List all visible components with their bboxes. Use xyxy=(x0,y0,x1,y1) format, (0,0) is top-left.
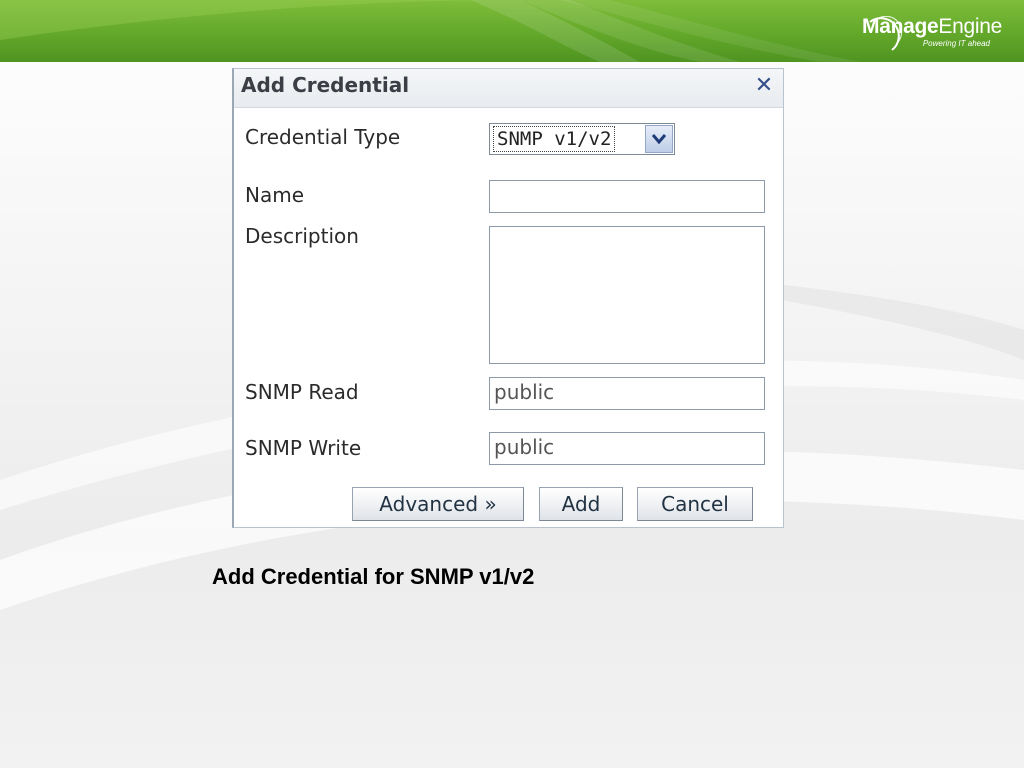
cancel-button[interactable]: Cancel xyxy=(637,487,753,521)
advanced-button[interactable]: Advanced » xyxy=(352,487,524,521)
credential-type-value: SNMP v1/v2 xyxy=(493,126,616,152)
name-input[interactable] xyxy=(489,180,765,213)
slide-caption: Add Credential for SNMP v1/v2 xyxy=(212,564,535,589)
name-label: Name xyxy=(245,183,305,207)
snmp-write-label: SNMP Write xyxy=(245,436,362,460)
snmp-read-input[interactable]: public xyxy=(489,377,765,410)
add-button[interactable]: Add xyxy=(539,487,623,521)
close-icon[interactable]: ✕ xyxy=(753,75,775,97)
snmp-write-input[interactable]: public xyxy=(489,432,765,465)
add-credential-dialog: Add Credential ✕ Credential Type SNMP v1… xyxy=(232,68,784,528)
header-band: ManageEngine Powering IT ahead xyxy=(0,0,1024,62)
description-label: Description xyxy=(245,224,359,248)
logo-arc-icon xyxy=(869,16,903,51)
credential-type-select[interactable]: SNMP v1/v2 xyxy=(489,123,675,155)
manageengine-logo: ManageEngine Powering IT ahead xyxy=(862,16,1002,51)
credential-type-label: Credential Type xyxy=(245,125,401,149)
snmp-read-label: SNMP Read xyxy=(245,380,359,404)
chevron-down-icon[interactable] xyxy=(645,125,673,153)
dialog-titlebar: Add Credential ✕ xyxy=(234,69,783,108)
dialog-title: Add Credential xyxy=(241,73,410,97)
description-textarea[interactable] xyxy=(489,226,765,364)
